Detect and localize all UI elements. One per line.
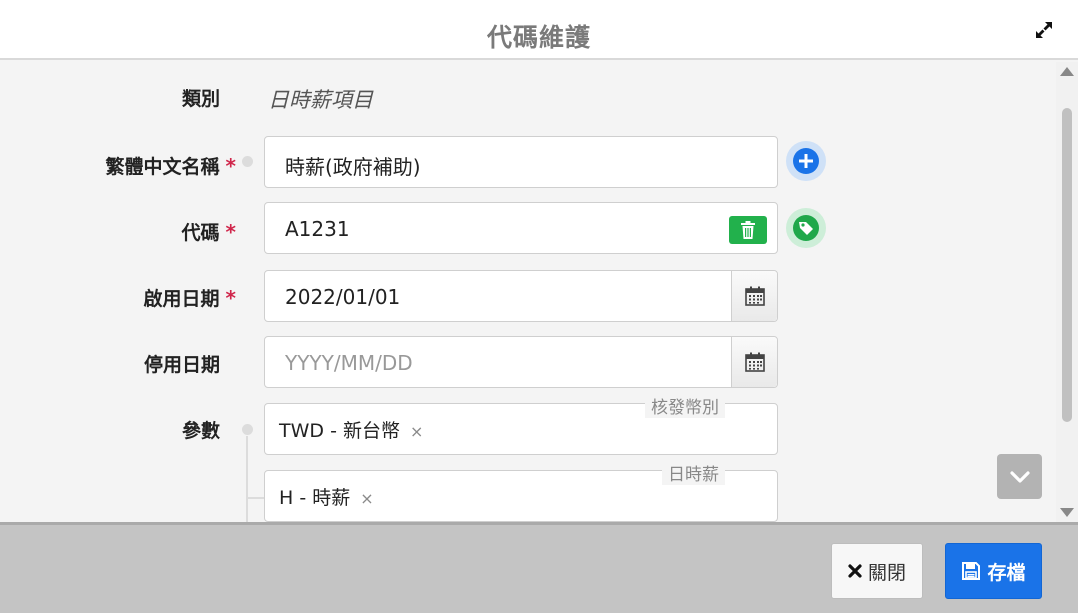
save-button[interactable]: 存檔 [945,543,1042,599]
end-date-calendar-button[interactable] [731,337,777,387]
calendar-icon [744,286,765,306]
scroll-thumb[interactable] [1062,108,1072,422]
currency-legend: 核發幣別 [645,393,725,418]
remove-currency-chip-button[interactable]: × [410,422,423,441]
wage-type-legend: 日時薪 [662,460,725,485]
start-date-input[interactable]: 2022/01/01 [264,270,778,322]
name-zh-value: 時薪(政府補助) [285,155,421,179]
form-body: 類別 日時薪項目 繁體中文名稱 * 時薪(政府補助) 代碼 * A1231 啟用… [0,62,1078,522]
wage-type-chip: H - 時薪 × [279,483,374,510]
code-input[interactable]: A1231 [264,202,778,254]
tree-line [246,436,248,522]
name-zh-label-text: 繁體中文名稱 [105,156,220,178]
trash-icon [741,221,755,239]
start-date-label-text: 啟用日期 [143,288,220,310]
start-date-label: 啟用日期 * [130,284,236,311]
tag-button[interactable] [786,208,826,248]
code-value: A1231 [285,217,350,241]
expand-icon[interactable] [1034,20,1054,40]
save-button-label: 存檔 [987,561,1026,584]
remove-wage-type-chip-button[interactable]: × [360,489,373,508]
end-date-input[interactable]: YYYY/MM/DD [264,336,778,388]
start-date-calendar-button[interactable] [731,271,777,321]
required-mark: * [225,286,236,310]
dialog-footer: 關閉 存檔 [0,522,1078,613]
tree-branch [246,497,264,499]
vertical-scrollbar[interactable] [1056,62,1078,522]
chevron-down-icon [1009,470,1030,483]
language-dot [242,156,253,167]
delete-code-button[interactable] [729,216,767,244]
wage-type-chip-label: H - 時薪 [279,487,351,509]
close-button[interactable]: 關閉 [831,543,923,599]
currency-chip: TWD - 新台幣 × [279,416,423,443]
tree-node-dot [242,424,253,435]
tag-icon [793,215,819,241]
add-language-button[interactable] [786,141,826,181]
dialog-title: 代碼維護 [486,23,591,52]
category-label: 類別 [181,88,220,110]
code-label-text: 代碼 [181,222,220,244]
end-date-label: 停用日期 [143,354,220,376]
plus-circle-icon [793,148,819,174]
close-icon [848,564,862,578]
close-button-label: 關閉 [867,561,906,584]
code-label: 代碼 * [150,218,236,245]
wage-type-select[interactable]: 日時薪 H - 時薪 × [264,460,778,522]
currency-select[interactable]: 核發幣別 TWD - 新台幣 × [264,393,778,455]
currency-chip-label: TWD - 新台幣 [279,420,400,442]
required-mark: * [225,154,236,178]
params-label: 參數 [181,420,220,442]
name-zh-label: 繁體中文名稱 * [60,152,236,179]
start-date-value: 2022/01/01 [285,285,401,309]
required-mark: * [225,220,236,244]
dialog-header: 代碼維護 [0,0,1078,60]
category-value: 日時薪項目 [268,88,373,112]
scroll-up-arrow[interactable] [1060,67,1074,76]
scroll-down-arrow[interactable] [1060,508,1074,517]
calendar-icon [744,352,765,372]
name-zh-input[interactable]: 時薪(政府補助) [264,136,778,188]
scroll-down-button[interactable] [997,454,1042,499]
end-date-placeholder: YYYY/MM/DD [285,351,413,375]
floppy-disk-icon [961,561,981,581]
